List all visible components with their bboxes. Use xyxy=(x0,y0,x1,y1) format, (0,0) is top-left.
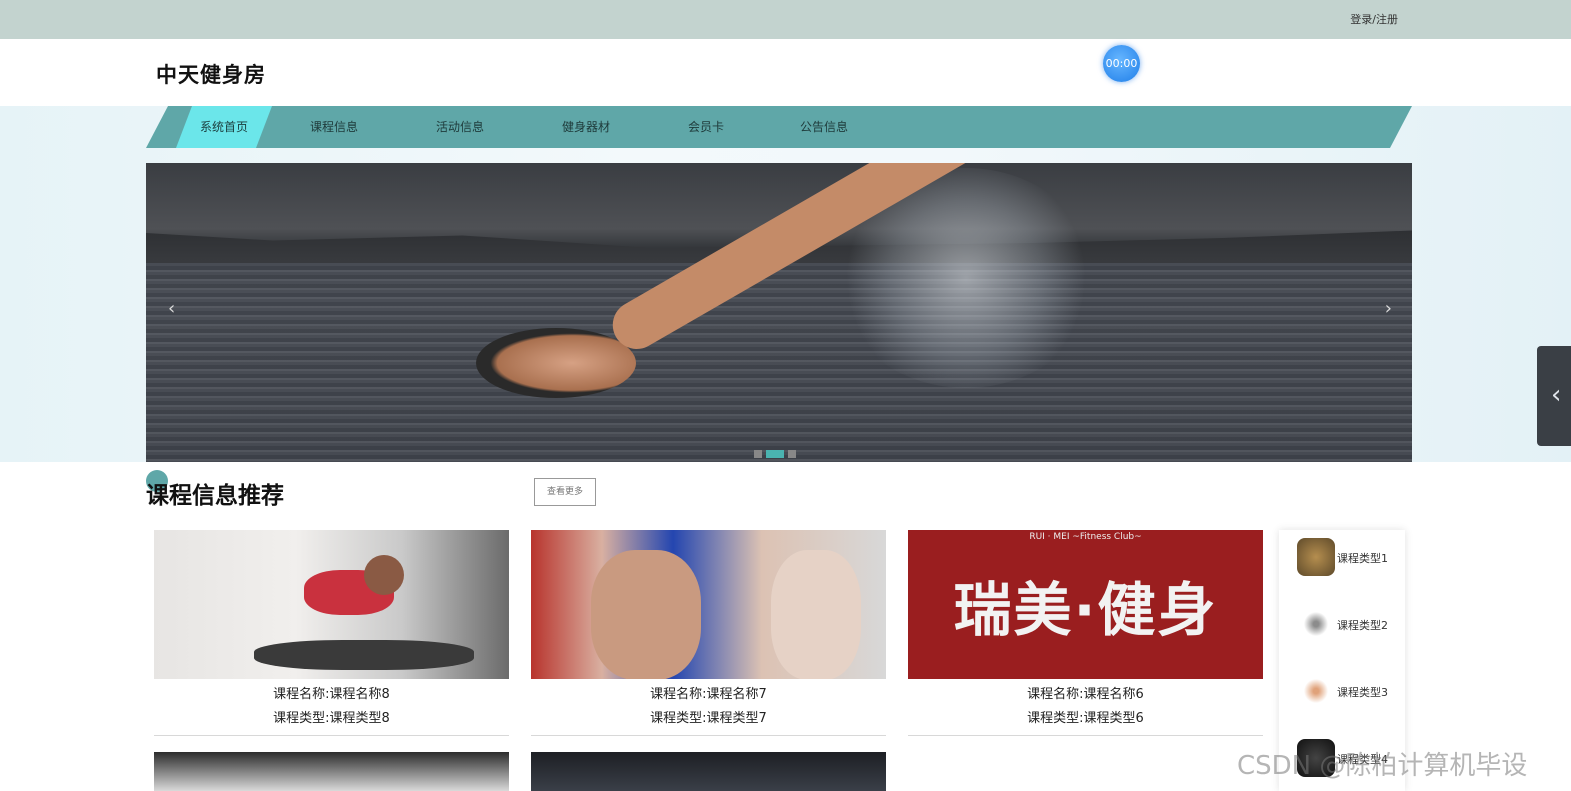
course-image: RUI · MEI ~Fitness Club~ 瑞美·健身 xyxy=(908,530,1263,679)
site-header: 中天健身房 00:00 xyxy=(0,39,1571,106)
card-divider xyxy=(531,735,886,736)
login-register-link[interactable]: 登录/注册 xyxy=(1350,11,1398,27)
carousel-dot-1[interactable] xyxy=(754,450,762,458)
banner-swimmer xyxy=(476,328,636,398)
course-type-label: 课程类型1 xyxy=(1337,552,1388,565)
card-divider xyxy=(154,735,509,736)
nav-item-equipment[interactable]: 健身器材 xyxy=(548,106,624,148)
carousel-dot-2[interactable] xyxy=(766,450,784,458)
clock-badge: 00:00 xyxy=(1103,45,1140,82)
view-more-button[interactable]: 查看更多 xyxy=(534,478,596,506)
course-image-floor xyxy=(254,640,474,670)
course-type-thumbnail xyxy=(1297,672,1335,710)
course-type-thumbnail xyxy=(1297,538,1335,576)
course-card-image-partial[interactable] xyxy=(908,752,1263,791)
nav-item-home[interactable]: 系统首页 xyxy=(176,106,272,148)
site-title: 中天健身房 xyxy=(156,63,266,87)
side-drawer-toggle[interactable]: ‹ xyxy=(1537,346,1571,446)
nav-item-announcements[interactable]: 公告信息 xyxy=(786,106,862,148)
course-image-figure xyxy=(591,550,701,679)
card-divider xyxy=(908,735,1263,736)
main-nav: 系统首页 课程信息 活动信息 健身器材 会员卡 公告信息 xyxy=(146,106,1412,148)
course-type-label: 课程类型3 xyxy=(1337,686,1388,699)
course-card[interactable]: RUI · MEI ~Fitness Club~ 瑞美·健身 课程名称:课程名称… xyxy=(908,530,1263,736)
course-image xyxy=(531,530,886,679)
course-name: 课程名称:课程名称8 xyxy=(273,687,390,702)
nav-item-courses[interactable]: 课程信息 xyxy=(296,106,372,148)
carousel-next-icon[interactable]: › xyxy=(1385,298,1392,319)
course-type-label: 课程类型2 xyxy=(1337,619,1388,632)
watermark: CSDN @陈柏计算机毕设 xyxy=(1237,751,1528,781)
course-image-text: 瑞美·健身 xyxy=(953,575,1218,644)
course-type: 课程类型:课程类型6 xyxy=(1027,711,1144,726)
top-bar: 登录/注册 xyxy=(0,0,1571,39)
course-card-image-partial[interactable] xyxy=(531,752,886,791)
course-name: 课程名称:课程名称7 xyxy=(650,687,767,702)
carousel-dot-3[interactable] xyxy=(788,450,796,458)
course-image-subtext: RUI · MEI ~Fitness Club~ xyxy=(1029,532,1142,542)
course-type-item[interactable]: 课程类型1 xyxy=(1297,538,1405,576)
course-image-head xyxy=(364,555,404,595)
course-type: 课程类型:课程类型7 xyxy=(650,711,767,726)
nav-item-membership-card[interactable]: 会员卡 xyxy=(674,106,738,148)
chevron-left-icon: ‹ xyxy=(1551,380,1562,410)
carousel-prev-icon[interactable]: ‹ xyxy=(168,298,175,319)
course-type-item[interactable]: 课程类型2 xyxy=(1297,605,1405,643)
course-type: 课程类型:课程类型8 xyxy=(273,711,390,726)
carousel-indicators xyxy=(754,450,796,458)
course-image xyxy=(154,530,509,679)
course-type-thumbnail xyxy=(1297,605,1335,643)
course-card[interactable]: 课程名称:课程名称7 课程类型:课程类型7 xyxy=(531,530,886,736)
section-title: 课程信息推荐 xyxy=(146,483,284,509)
course-image-figure xyxy=(771,550,861,679)
hero-carousel[interactable]: ‹ › xyxy=(146,163,1412,462)
nav-item-activities[interactable]: 活动信息 xyxy=(422,106,498,148)
course-card[interactable]: 课程名称:课程名称8 课程类型:课程类型8 xyxy=(154,530,509,736)
course-card-image-partial[interactable] xyxy=(154,752,509,791)
banner-water xyxy=(146,263,1412,462)
course-name: 课程名称:课程名称6 xyxy=(1027,687,1144,702)
course-type-item[interactable]: 课程类型3 xyxy=(1297,672,1405,710)
